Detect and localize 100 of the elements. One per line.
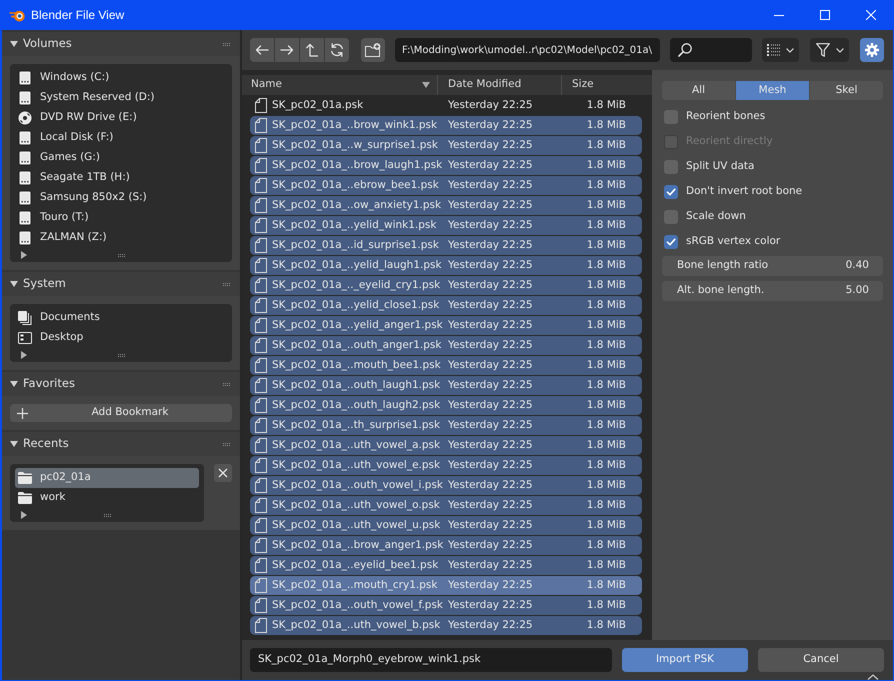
file-row[interactable]: SK_pc02_01a_..outh_vowel_f.psk Yesterday 22:25 1.8 MiB [250, 596, 642, 615]
checkbox-option[interactable]: Split UV data [662, 154, 756, 179]
number-field[interactable]: Bone length ratio 0.40 [662, 256, 883, 276]
checkbox[interactable] [664, 160, 678, 174]
checkbox[interactable] [664, 184, 678, 198]
checkmark-icon [666, 186, 676, 196]
checkmark-icon [666, 236, 676, 246]
filter-button[interactable] [810, 38, 849, 62]
column-header[interactable]: Size [562, 75, 652, 95]
sidebar-item[interactable]: Seagate 1TB (H:) [15, 168, 227, 188]
file-icon [255, 198, 267, 213]
arrow-left-icon [255, 44, 269, 56]
number-field[interactable]: Alt. bone length. 5.00 [662, 281, 883, 301]
file-row[interactable]: SK_pc02_01a_..mouth_cry1.psk Yesterday 22:25 1.8 MiB [250, 576, 642, 595]
file-row[interactable]: SK_pc02_01a.psk Yesterday 22:25 1.8 MiB [250, 96, 642, 115]
checkbox[interactable] [664, 210, 678, 224]
bookmark-button[interactable]: Add Bookmark [10, 404, 232, 422]
checkbox[interactable] [664, 234, 678, 248]
panel-header[interactable]: Favorites [2, 372, 240, 396]
file-row[interactable]: SK_pc02_01a_..outh_anger1.psk Yesterday 22:25 1.8 MiB [250, 336, 642, 355]
file-name: SK_pc02_01a_..mouth_bee1.psk [272, 358, 441, 373]
file-row[interactable]: SK_pc02_01a_.._eyelid_cry1.psk Yesterday 22:25 1.8 MiB [250, 276, 642, 295]
checkbox-option[interactable]: Reorient bones [662, 104, 768, 129]
sidebar-item[interactable]: Games (G:) [15, 148, 227, 168]
file-name: SK_pc02_01a_..id_surprise1.psk [272, 238, 439, 253]
search-field[interactable] [670, 38, 752, 62]
file-icon [255, 358, 267, 373]
chevron-up-icon[interactable] [867, 674, 879, 680]
field-label: Alt. bone length. [677, 283, 764, 298]
file-row[interactable]: SK_pc02_01a_..brow_anger1.psk Yesterday 22:25 1.8 MiB [250, 536, 642, 555]
panel-header[interactable]: Volumes [2, 32, 240, 56]
file-row[interactable]: SK_pc02_01a_..yelid_close1.psk Yesterday 22:25 1.8 MiB [250, 296, 642, 315]
file-row[interactable]: SK_pc02_01a_..ebrow_bee1.psk Yesterday 22:25 1.8 MiB [250, 176, 642, 195]
sidebar-item[interactable]: Desktop [15, 328, 227, 348]
panel-header[interactable]: System [2, 272, 240, 296]
sidebar-item[interactable]: System Reserved (D:) [15, 88, 227, 108]
filename-field[interactable]: SK_pc02_01a_Morph0_eyebrow_wink1.psk [250, 648, 612, 672]
file-row[interactable]: SK_pc02_01a_..yelid_anger1.psk Yesterday 22:25 1.8 MiB [250, 316, 642, 335]
file-row[interactable]: SK_pc02_01a_..w_surprise1.psk Yesterday 22:25 1.8 MiB [250, 136, 642, 155]
primary-button[interactable]: Import PSK [622, 648, 748, 672]
sidebar-item[interactable]: Samsung 850x2 (S:) [15, 188, 227, 208]
file-row[interactable]: SK_pc02_01a_..outh_laugh1.psk Yesterday 22:25 1.8 MiB [250, 376, 642, 395]
triangle-right-icon[interactable] [21, 511, 27, 519]
file-icon [255, 538, 267, 553]
file-row[interactable]: SK_pc02_01a_..th_surprise1.psk Yesterday 22:25 1.8 MiB [250, 416, 642, 435]
column-header[interactable]: Name [242, 75, 438, 95]
back-button[interactable] [250, 38, 274, 62]
sidebar-item[interactable]: Touro (T:) [15, 208, 227, 228]
folder-icon [18, 472, 32, 484]
refresh-button[interactable] [325, 38, 349, 62]
file-row[interactable]: SK_pc02_01a_..yelid_wink1.psk Yesterday 22:25 1.8 MiB [250, 216, 642, 235]
file-icon [255, 118, 267, 133]
checkbox-option[interactable]: Scale down [662, 204, 748, 229]
triangle-right-icon[interactable] [21, 351, 27, 359]
checkbox[interactable] [664, 110, 678, 124]
forward-button[interactable] [275, 38, 299, 62]
file-size: 1.8 MiB [586, 378, 626, 393]
file-row[interactable]: SK_pc02_01a_..uth_vowel_e.psk Yesterday 22:25 1.8 MiB [250, 456, 642, 475]
file-name: SK_pc02_01a_..ebrow_bee1.psk [272, 178, 439, 193]
new-folder-button[interactable] [361, 38, 385, 62]
parent-directory-button[interactable] [300, 38, 324, 62]
checkbox-option[interactable]: Don't invert root bone [662, 179, 804, 204]
modified-date: Yesterday 22:25 [448, 218, 533, 233]
display-mode-button[interactable] [762, 38, 799, 62]
sidebar-item[interactable]: Windows (C:) [15, 68, 227, 88]
file-row[interactable]: SK_pc02_01a_..brow_laugh1.psk Yesterday 22:25 1.8 MiB [250, 156, 642, 175]
file-row[interactable]: SK_pc02_01a_..uth_vowel_o.psk Yesterday 22:25 1.8 MiB [250, 496, 642, 515]
triangle-right-icon[interactable] [21, 251, 27, 259]
tab[interactable]: Mesh [736, 81, 809, 100]
file-name: SK_pc02_01a_.._eyelid_cry1.psk [272, 278, 440, 293]
secondary-button[interactable]: Cancel [758, 648, 884, 672]
file-icon [255, 558, 267, 573]
file-row[interactable]: SK_pc02_01a_..uth_vowel_u.psk Yesterday 22:25 1.8 MiB [250, 516, 642, 535]
file-row[interactable]: SK_pc02_01a_..eyelid_bee1.psk Yesterday 22:25 1.8 MiB [250, 556, 642, 575]
search-icon [678, 43, 692, 57]
settings-toggle-button[interactable] [860, 38, 884, 62]
panel-header[interactable]: Recents [2, 432, 240, 456]
sidebar-item[interactable]: Documents [15, 308, 227, 328]
tab[interactable]: All [662, 81, 735, 100]
file-row[interactable]: SK_pc02_01a_..outh_vowel_i.psk Yesterday 22:25 1.8 MiB [250, 476, 642, 495]
drive-icon [19, 91, 31, 105]
file-row[interactable]: SK_pc02_01a_..ow_anxiety1.psk Yesterday 22:25 1.8 MiB [250, 196, 642, 215]
file-row[interactable]: SK_pc02_01a_..outh_laugh2.psk Yesterday 22:25 1.8 MiB [250, 396, 642, 415]
drive-icon [19, 71, 31, 85]
file-row[interactable]: SK_pc02_01a_..id_surprise1.psk Yesterday 22:25 1.8 MiB [250, 236, 642, 255]
file-row[interactable]: SK_pc02_01a_..uth_vowel_b.psk Yesterday 22:25 1.8 MiB [250, 616, 642, 635]
path-field[interactable]: F:\Modding\work\umodel..r\pc02\Model\pc02_01a\ [395, 38, 660, 62]
file-row[interactable]: SK_pc02_01a_..yelid_laugh1.psk Yesterday 22:25 1.8 MiB [250, 256, 642, 275]
file-row[interactable]: SK_pc02_01a_..uth_vowel_a.psk Yesterday 22:25 1.8 MiB [250, 436, 642, 455]
clear-button[interactable] [214, 464, 232, 482]
sidebar-item[interactable]: ZALMAN (Z:) [15, 228, 227, 248]
file-row[interactable]: SK_pc02_01a_..brow_wink1.psk Yesterday 22:25 1.8 MiB [250, 116, 642, 135]
sidebar-item[interactable]: Local Disk (F:) [15, 128, 227, 148]
sidebar-item[interactable]: DVD RW Drive (E:) [15, 108, 227, 128]
sidebar-item[interactable]: pc02_01a [15, 468, 199, 488]
file-row[interactable]: SK_pc02_01a_..mouth_bee1.psk Yesterday 22:25 1.8 MiB [250, 356, 642, 375]
checkbox-option[interactable]: sRGB vertex color [662, 229, 782, 254]
tab[interactable]: Skel [810, 81, 883, 100]
sidebar-item[interactable]: work [15, 488, 199, 508]
column-header[interactable]: Date Modified [438, 75, 562, 95]
